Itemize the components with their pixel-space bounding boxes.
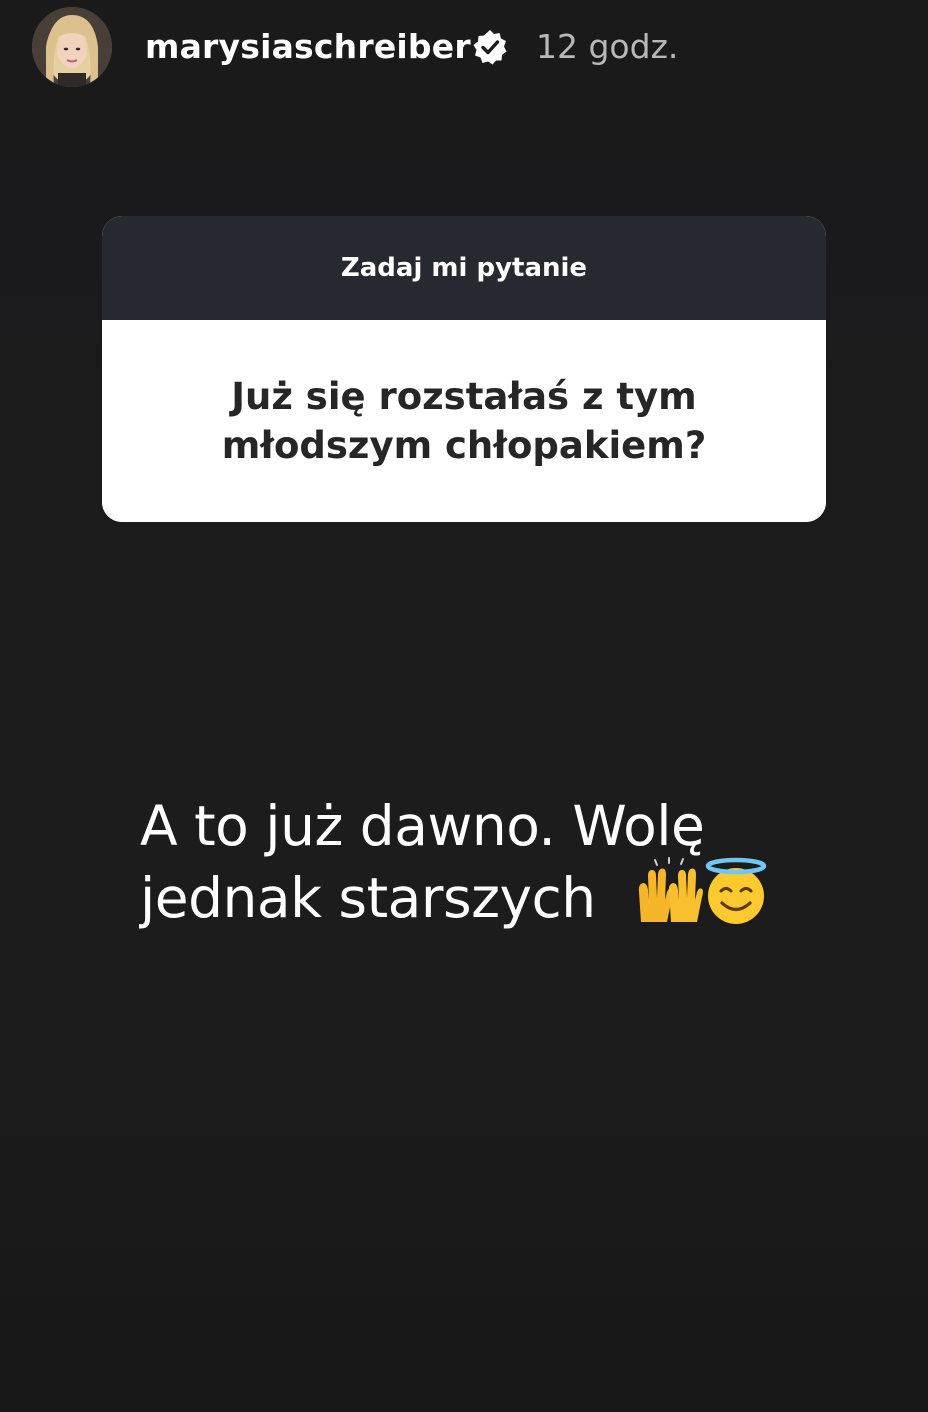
answer-emojis (638, 857, 767, 924)
question-sticker-body: Już się rozstałaś z tym młodszym chłopak… (102, 320, 826, 522)
story-background (0, 0, 928, 1412)
post-timestamp: 12 godz. (536, 27, 679, 66)
verified-badge-icon (473, 30, 507, 65)
question-sticker-title: Zadaj mi pytanie (340, 253, 588, 283)
question-sticker-header: Zadaj mi pytanie (102, 216, 826, 320)
story-header: marysiaschreiber 12 godz. (0, 0, 928, 100)
smiling-face-with-halo-emoji (705, 857, 767, 924)
username[interactable]: marysiaschreiber (145, 24, 471, 70)
answer-line-1: A to już dawno. Wolę (140, 794, 705, 858)
avatar-image (32, 7, 112, 87)
question-sticker[interactable]: Zadaj mi pytanie Już się rozstałaś z tym… (102, 216, 826, 522)
profile-avatar[interactable] (32, 7, 112, 87)
question-text: Już się rozstałaś z tym młodszym chłopak… (221, 375, 707, 467)
raising-hands-emoji (638, 857, 703, 922)
